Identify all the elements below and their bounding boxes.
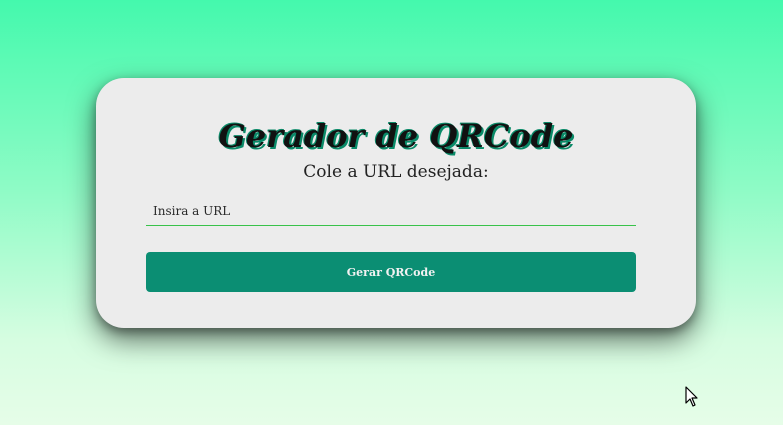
mouse-pointer-icon: [685, 386, 698, 407]
generate-qrcode-button[interactable]: Gerar QRCode: [146, 252, 636, 292]
url-input[interactable]: [146, 196, 636, 226]
page-title: Gerador de QRCode: [218, 117, 574, 155]
qrcode-card: Gerador de QRCode Cole a URL desejada: G…: [96, 78, 696, 328]
url-prompt-label: Cole a URL desejada:: [303, 162, 489, 182]
